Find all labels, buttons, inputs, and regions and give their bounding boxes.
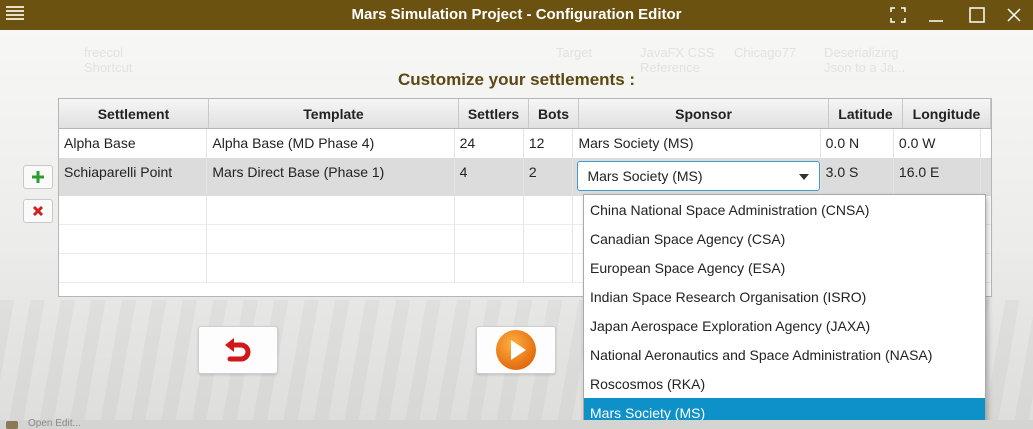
empty-cell: [455, 196, 524, 224]
start-simulation-button[interactable]: [476, 326, 556, 374]
cell-template[interactable]: Mars Direct Base (Phase 1): [207, 158, 455, 196]
cell-longitude[interactable]: 0.0 W: [894, 129, 981, 158]
cell-longitude[interactable]: 16.0 E: [894, 158, 981, 196]
table-row-selected[interactable]: Schiaparelli Point Mars Direct Base (Pha…: [59, 158, 991, 196]
close-icon: [1007, 8, 1021, 22]
cell-sponsor[interactable]: Mars Society (MS): [573, 129, 821, 158]
cell-bots[interactable]: 2: [524, 158, 574, 196]
maximize-icon: [969, 7, 985, 23]
cell-bots[interactable]: 12: [524, 129, 574, 158]
sponsor-dropdown-list: China National Space Administration (CNS…: [583, 194, 986, 428]
maximize-button[interactable]: [962, 3, 992, 27]
x-icon: [32, 205, 44, 217]
empty-cell: [524, 225, 574, 253]
empty-cell: [59, 196, 208, 224]
column-header-bots[interactable]: Bots: [529, 99, 579, 128]
empty-cell: [524, 196, 574, 224]
ghost-desktop-label: Target: [556, 45, 593, 60]
column-header-template[interactable]: Template: [209, 99, 459, 128]
empty-cell: [207, 196, 455, 224]
taskbar-label[interactable]: Open Edit...: [28, 418, 81, 429]
title-bar: Mars Simulation Project - Configuration …: [0, 0, 1033, 30]
close-button[interactable]: [999, 3, 1029, 27]
empty-cell: [455, 225, 524, 253]
empty-cell: [524, 254, 574, 282]
cell-template[interactable]: Alpha Base (MD Phase 4): [207, 129, 455, 158]
window-title: Mars Simulation Project - Configuration …: [351, 6, 682, 23]
dropdown-option-cnsa[interactable]: China National Space Administration (CNS…: [584, 195, 985, 224]
cell-settlers[interactable]: 24: [455, 129, 524, 158]
minimize-button[interactable]: [921, 3, 951, 27]
column-header-settlers[interactable]: Settlers: [459, 99, 529, 128]
cell-settlement[interactable]: Alpha Base: [59, 129, 208, 158]
fullscreen-icon: [890, 7, 906, 23]
cell-settlement[interactable]: Schiaparelli Point: [59, 158, 208, 196]
dropdown-option-csa[interactable]: Canadian Space Agency (CSA): [584, 224, 985, 253]
empty-cell: [207, 225, 455, 253]
add-settlement-button[interactable]: [23, 165, 53, 189]
dropdown-option-esa[interactable]: European Space Agency (ESA): [584, 253, 985, 282]
column-header-settlement[interactable]: Settlement: [59, 99, 209, 128]
column-header-longitude[interactable]: Longitude: [903, 99, 991, 128]
ghost-desktop-label: Chicago77: [734, 45, 797, 60]
minimize-icon: [929, 20, 943, 22]
dropdown-option-jaxa[interactable]: Japan Aerospace Exploration Agency (JAXA…: [584, 311, 985, 340]
page-heading: Customize your settlements :: [397, 70, 636, 89]
column-header-latitude[interactable]: Latitude: [829, 99, 903, 128]
cell-filler: [981, 158, 991, 196]
cell-latitude[interactable]: 0.0 N: [821, 129, 894, 158]
taskbar-app-icon[interactable]: [6, 421, 18, 429]
dropdown-option-nasa[interactable]: National Aeronautics and Space Administr…: [584, 340, 985, 369]
undo-arrow-icon: [225, 338, 251, 362]
fullscreen-button[interactable]: [883, 3, 913, 27]
chevron-down-icon[interactable]: [799, 174, 810, 180]
dropdown-option-isro[interactable]: Indian Space Research Organisation (ISRO…: [584, 282, 985, 311]
cell-filler: [981, 129, 991, 158]
undo-button[interactable]: [198, 326, 278, 374]
column-header-sponsor[interactable]: Sponsor: [579, 99, 829, 128]
cell-sponsor: Mars Society (MS): [573, 158, 821, 196]
table-row[interactable]: Alpha Base Alpha Base (MD Phase 4) 24 12…: [59, 129, 991, 158]
table-header: Settlement Template Settlers Bots Sponso…: [59, 99, 991, 129]
taskbar: Open Edit...: [0, 418, 1033, 429]
dropdown-option-rka[interactable]: Roscosmos (RKA): [584, 369, 985, 398]
empty-cell: [59, 225, 208, 253]
cell-settlers[interactable]: 4: [455, 158, 524, 196]
empty-cell: [59, 254, 208, 282]
remove-settlement-button[interactable]: [23, 199, 53, 223]
empty-cell: [207, 254, 455, 282]
plus-icon: [32, 171, 44, 183]
sponsor-combobox[interactable]: Mars Society (MS): [577, 161, 820, 191]
sponsor-combobox-value: Mars Society (MS): [587, 168, 703, 184]
empty-cell: [455, 254, 524, 282]
cell-latitude[interactable]: 3.0 S: [821, 158, 894, 196]
play-icon: [496, 330, 536, 370]
